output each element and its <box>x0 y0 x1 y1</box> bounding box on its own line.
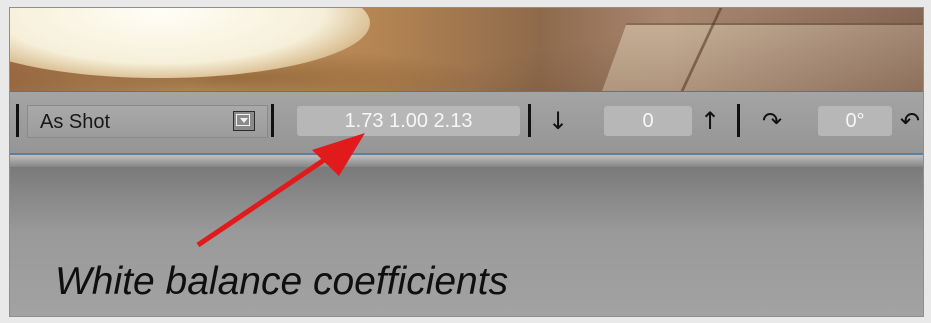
annotation-arrow-head <box>312 133 365 176</box>
annotation-arrow-shaft <box>196 153 332 248</box>
annotation-caption: White balance coefficients <box>55 260 509 303</box>
